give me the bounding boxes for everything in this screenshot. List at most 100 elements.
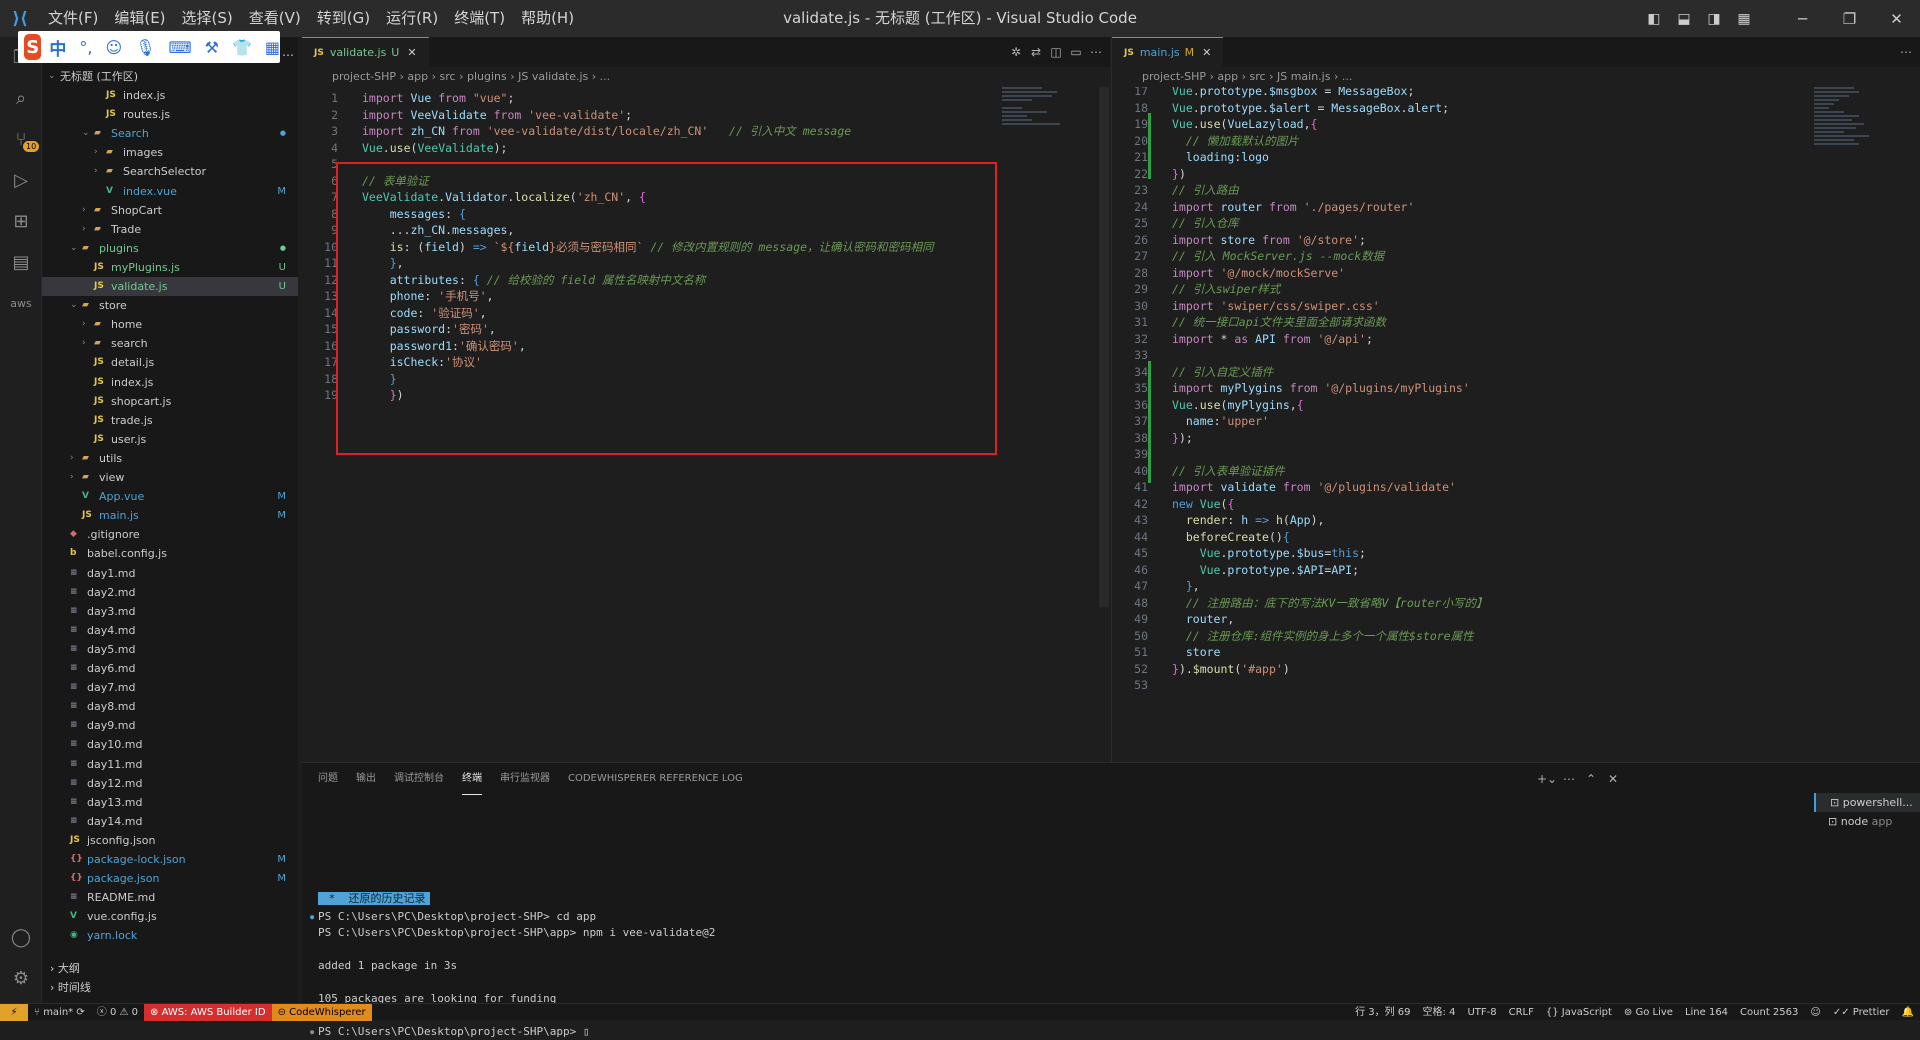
tab-validate-js[interactable]: JS validate.js U ✕ xyxy=(302,37,429,67)
breadcrumb[interactable]: project-SHP › app › src › JS main.js › .… xyxy=(1112,67,1920,87)
microphone-icon[interactable]: 🎙 xyxy=(135,38,155,57)
grid-menu-icon[interactable]: ▦ xyxy=(265,38,280,57)
notifications-bell-icon[interactable]: 🔔 xyxy=(1896,1004,1920,1021)
emoji-icon[interactable]: ☺ xyxy=(106,38,123,57)
code-line[interactable]: 4 Vue.use(VeeValidate); xyxy=(302,140,1110,157)
code-line[interactable]: 2 import VeeValidate from 'vee-validate'; xyxy=(302,107,1110,124)
menu-terminal[interactable]: 终端(T) xyxy=(446,0,513,37)
chevron-icon[interactable]: › xyxy=(70,449,74,468)
code-line[interactable]: 11 }, xyxy=(302,255,1110,272)
tab-terminal[interactable]: 终端 xyxy=(462,763,482,795)
ime-punctuation-toggle[interactable]: °, xyxy=(79,38,92,57)
code-line[interactable]: 43 render: h => h(App), xyxy=(1112,512,1920,529)
code-line[interactable]: 22}) xyxy=(1112,166,1920,183)
explorer-more-icon[interactable]: ⋯ xyxy=(282,48,294,62)
code-line[interactable]: 23 // 引入路由 xyxy=(1112,182,1920,199)
code-line[interactable]: 17 Vue.prototype.$msgbox = MessageBox; xyxy=(1112,87,1920,100)
code-line[interactable]: 10 is: (field) => `${field}必须与密码相同` // 修… xyxy=(302,239,1110,256)
tab-problems[interactable]: 问题 xyxy=(318,763,338,795)
extensions-icon[interactable]: ⊞ xyxy=(0,201,42,241)
file-item[interactable]: JS index.js xyxy=(42,86,298,105)
folder-item[interactable]: › ▰ SearchSelector xyxy=(42,162,298,181)
file-item[interactable]: ◆ .gitignore xyxy=(42,525,298,544)
account-icon[interactable]: ◯ xyxy=(0,917,42,957)
file-item[interactable]: ≡ day10.md xyxy=(42,735,298,754)
file-item[interactable]: ≡ day4.md xyxy=(42,621,298,640)
file-item[interactable]: ◉ yarn.lock xyxy=(42,926,298,945)
code-line[interactable]: 48 // 注册路由：底下的写法KV一致省略V【router小写的】 xyxy=(1112,595,1920,612)
aws-status[interactable]: ⊗ AWS: AWS Builder ID xyxy=(144,1003,272,1021)
code-line[interactable]: 34 // 引入自定义插件 xyxy=(1112,364,1920,381)
layout-icon[interactable]: ▭ xyxy=(1066,45,1086,59)
scrollbar[interactable] xyxy=(1099,87,1109,607)
file-item[interactable]: Vindex.vue M xyxy=(42,182,298,201)
folder-item[interactable]: ⌄ ▰ plugins ● xyxy=(42,239,298,258)
encoding[interactable]: UTF-8 xyxy=(1461,1004,1502,1021)
compare-icon[interactable]: ⇄ xyxy=(1026,45,1046,59)
file-item[interactable]: Vvue.config.js xyxy=(42,907,298,926)
cursor-position[interactable]: 行 3，列 69 xyxy=(1349,1004,1416,1021)
code-line[interactable]: 13 phone: '手机号', xyxy=(302,288,1110,305)
file-item[interactable]: {} package-lock.json M xyxy=(42,850,298,869)
close-tab-icon[interactable]: ✕ xyxy=(407,46,416,59)
line-ending[interactable]: CRLF xyxy=(1503,1004,1540,1021)
more-actions-icon[interactable]: ⋯ xyxy=(1086,45,1106,59)
folder-item[interactable]: › ▰ Trade xyxy=(42,220,298,239)
ime-language-toggle[interactable]: 中 xyxy=(49,35,66,60)
folder-item[interactable]: › ▰ search xyxy=(42,334,298,353)
toggle-panel-icon[interactable]: ⬓ xyxy=(1669,0,1699,37)
tab-serial-monitor[interactable]: 串行监视器 xyxy=(500,763,550,795)
chevron-icon[interactable]: › xyxy=(82,201,86,220)
chevron-icon[interactable]: › xyxy=(82,334,86,353)
folder-item[interactable]: › ▰ home xyxy=(42,315,298,334)
timeline-section[interactable]: › 时间线 xyxy=(42,978,298,997)
file-item[interactable]: JS detail.js xyxy=(42,353,298,372)
chevron-icon[interactable]: › xyxy=(94,143,98,162)
more-actions-icon[interactable]: ⋯ xyxy=(1558,772,1580,786)
code-line[interactable]: 39 xyxy=(1112,446,1920,463)
code-line[interactable]: 14 code: '验证码', xyxy=(302,305,1110,322)
file-item[interactable]: JS trade.js xyxy=(42,411,298,430)
file-item[interactable]: JS main.js M xyxy=(42,506,298,525)
code-line[interactable]: 5 xyxy=(302,156,1110,173)
code-line[interactable]: 19 }) xyxy=(302,387,1110,404)
file-item[interactable]: JS jsconfig.json xyxy=(42,831,298,850)
code-line[interactable]: 19 Vue.use(VueLazyload,{ xyxy=(1112,116,1920,133)
file-item[interactable]: ≡ README.md xyxy=(42,888,298,907)
file-item[interactable]: JS user.js xyxy=(42,430,298,449)
chevron-icon[interactable]: › xyxy=(82,220,86,239)
code-line[interactable]: 49 router, xyxy=(1112,611,1920,628)
copilot-icon[interactable]: ☺ xyxy=(1804,1004,1826,1021)
file-item[interactable]: JS shopcart.js xyxy=(42,392,298,411)
restore-icon[interactable]: ❐ xyxy=(1826,0,1873,37)
folder-item[interactable]: › ▰ ShopCart xyxy=(42,201,298,220)
code-line[interactable]: 20 // 懒加载默认的图片 xyxy=(1112,133,1920,150)
file-item[interactable]: ≡ day7.md xyxy=(42,678,298,697)
indentation[interactable]: 空格: 4 xyxy=(1417,1004,1462,1021)
file-item[interactable]: ≡ day6.md xyxy=(42,659,298,678)
new-terminal-icon[interactable]: +⌄ xyxy=(1536,772,1558,786)
file-item[interactable]: JS index.js xyxy=(42,373,298,392)
minimize-icon[interactable]: ─ xyxy=(1779,0,1826,37)
code-line[interactable]: 41 import validate from '@/plugins/valida… xyxy=(1112,479,1920,496)
workspace-root[interactable]: ⌄ 无标题 (工作区) xyxy=(42,67,298,86)
language-mode[interactable]: {} JavaScript xyxy=(1540,1004,1618,1021)
file-item[interactable]: b babel.config.js xyxy=(42,544,298,563)
code-line[interactable]: 15 password:'密码', xyxy=(302,321,1110,338)
more-actions-icon[interactable]: ⋯ xyxy=(1896,45,1916,59)
file-item[interactable]: ≡ day13.md xyxy=(42,793,298,812)
split-editor-icon[interactable]: ◫ xyxy=(1046,45,1066,59)
search-icon[interactable]: ⌕ xyxy=(0,78,42,118)
folder-item[interactable]: › ▰ view xyxy=(42,468,298,487)
code-line[interactable]: 46 Vue.prototype.$API=API; xyxy=(1112,562,1920,579)
chevron-icon[interactable]: ⌄ xyxy=(70,296,78,315)
code-line[interactable]: 32 import * as API from '@/api'; xyxy=(1112,331,1920,348)
codewhisperer-status[interactable]: ⊝ CodeWhisperer xyxy=(271,1003,372,1021)
code-line[interactable]: 35 import myPlygins from '@/plugins/myPlu… xyxy=(1112,380,1920,397)
file-item[interactable]: JS myPlugins.js U xyxy=(42,258,298,277)
sogou-logo-icon[interactable]: S xyxy=(24,34,42,60)
code-line[interactable]: 50 // 注册仓库:组件实例的身上多个一个属性$store属性 xyxy=(1112,628,1920,645)
source-control-icon[interactable]: ⑂ 10 xyxy=(0,119,42,159)
terminal-instance[interactable]: ⊡ powershell... xyxy=(1814,793,1920,812)
file-item[interactable]: ≡ day9.md xyxy=(42,716,298,735)
